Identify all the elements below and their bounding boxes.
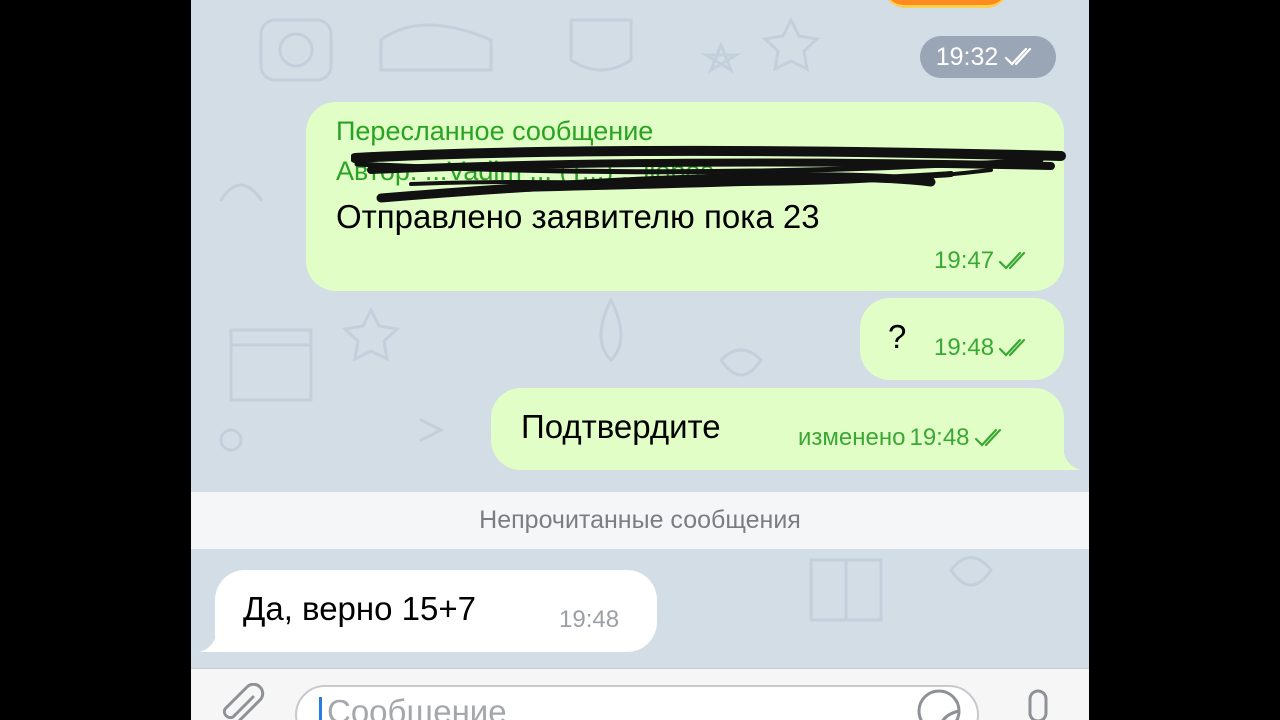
double-check-icon <box>998 251 1026 270</box>
message-meta: 19:47 <box>934 247 1034 275</box>
message-composer: Сообщение <box>191 668 1089 720</box>
message-text: ? <box>888 318 907 355</box>
edited-label: изменено <box>798 424 906 451</box>
message-bubble[interactable]: ? 19:48 <box>860 298 1064 380</box>
text-caret <box>319 697 322 720</box>
double-check-icon <box>1005 47 1032 66</box>
message-text: Отправлено заявителю пока 23 <box>336 198 820 235</box>
message-input-placeholder: Сообщение <box>327 693 507 720</box>
message-time: 19:48 <box>909 424 970 451</box>
service-time: 19:32 <box>935 42 999 71</box>
message-bubble[interactable]: Подтвердите изменено 19:48 <box>491 388 1064 470</box>
message-text: Да, верно 15+7 <box>243 590 476 627</box>
message-input[interactable]: Сообщение <box>295 685 979 720</box>
message-meta: изменено 19:48 <box>798 424 1010 452</box>
service-time-pill: 19:32 <box>920 36 1056 78</box>
unread-divider-label: Непрочитанные сообщения <box>479 506 801 534</box>
message-time: 19:48 <box>934 334 995 361</box>
message-bubble-incoming[interactable]: Да, верно 15+7 19:48 <box>215 570 657 652</box>
unread-divider: Непрочитанные сообщения <box>191 492 1089 549</box>
message-time: 19:47 <box>934 247 995 274</box>
message-meta: 19:48 <box>934 334 1034 362</box>
bubble-tail <box>1049 448 1081 470</box>
double-check-icon <box>998 338 1026 357</box>
microphone-icon[interactable] <box>1021 689 1055 720</box>
forwarded-label: Пересланное сообщение <box>336 116 654 146</box>
forwarded-author[interactable]: Автор: ...Vadim ... (Т...) ...ilopos <box>336 156 714 187</box>
sticker-icon[interactable] <box>913 685 965 720</box>
chat-screen: 19:32 Пересланное сообщение Автор: ...Va… <box>191 0 1089 720</box>
message-time: 19:48 <box>559 606 620 633</box>
paperclip-icon[interactable] <box>217 683 265 720</box>
message-bubble-forwarded[interactable]: Пересланное сообщение Автор: ...Vadim ..… <box>306 102 1064 291</box>
message-text: Подтвердите <box>521 408 721 445</box>
double-check-icon <box>974 428 1001 447</box>
sticker-fragment <box>881 0 1011 8</box>
